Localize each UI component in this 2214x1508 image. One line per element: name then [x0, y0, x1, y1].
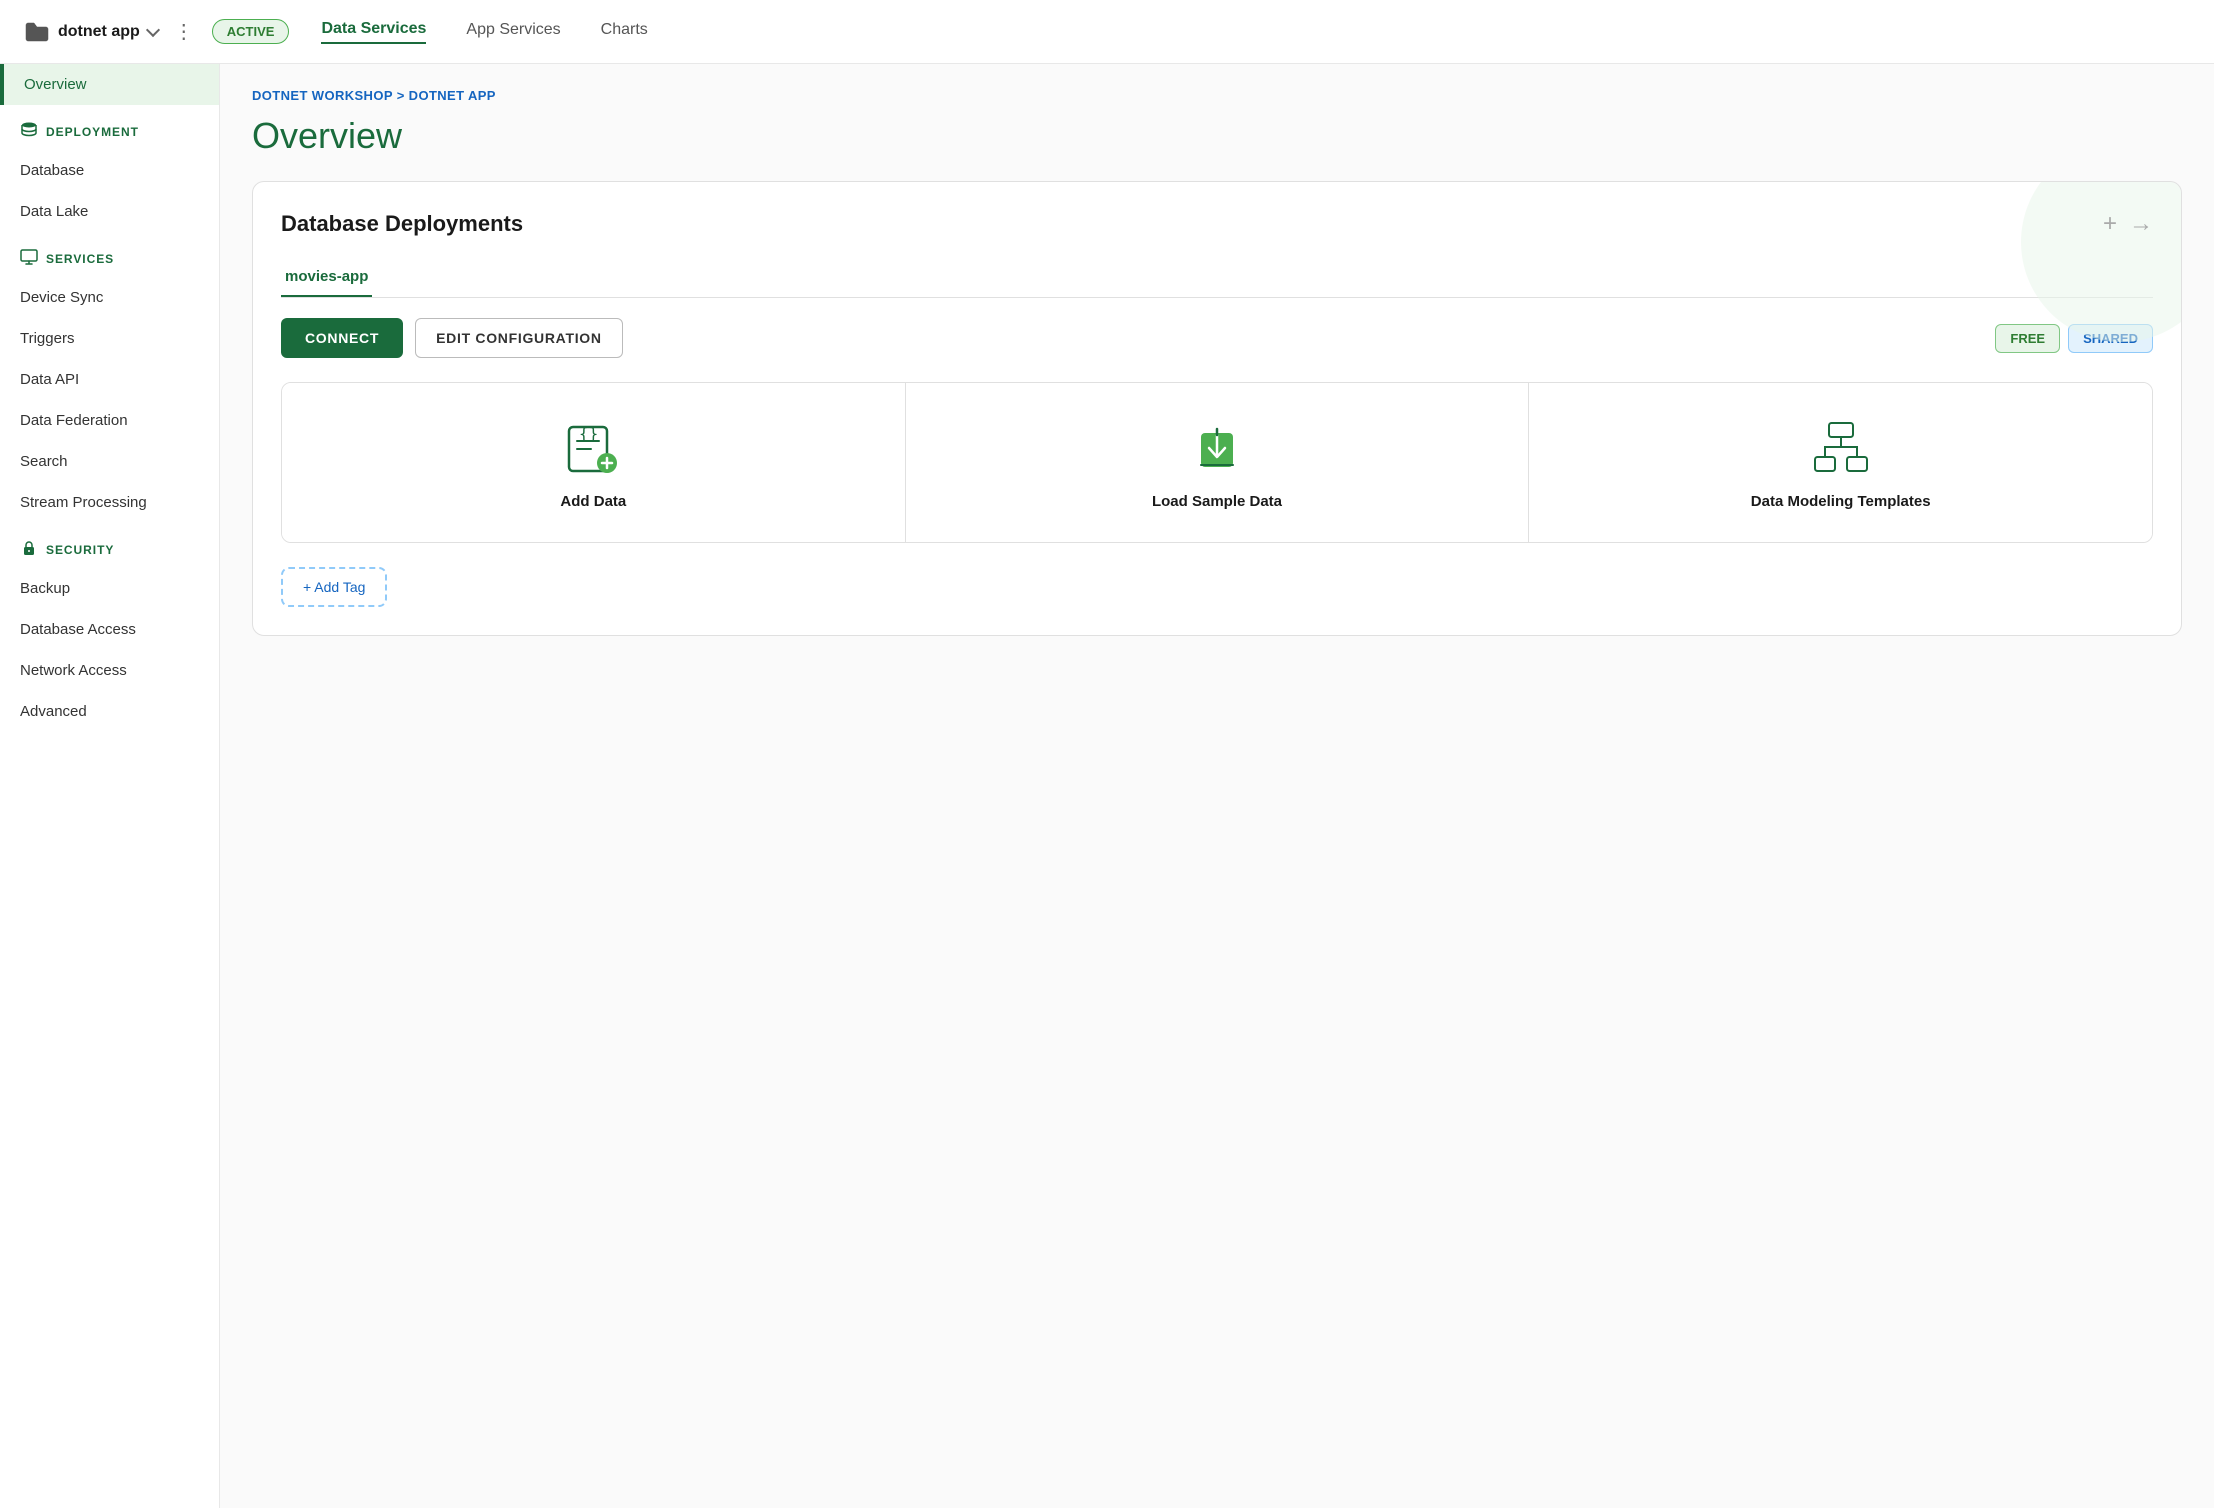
sidebar: Overview DEPLOYMENT Database Data Lake: [0, 64, 220, 1508]
app-name: dotnet app: [58, 23, 140, 41]
options-grid: {} Add Data Load Sample Data: [281, 382, 2153, 543]
active-badge: ACTIVE: [212, 19, 290, 44]
sidebar-item-stream-processing[interactable]: Stream Processing: [0, 482, 219, 523]
lock-section-icon: [20, 539, 38, 560]
card-tabs: movies-app: [281, 258, 2153, 298]
option-load-sample-data[interactable]: Load Sample Data: [906, 383, 1530, 542]
card-actions: + →: [2103, 210, 2153, 238]
sidebar-item-database[interactable]: Database: [0, 150, 219, 191]
security-header-label: SECURITY: [46, 543, 114, 557]
folder-icon: [24, 21, 50, 43]
breadcrumb: DOTNET WORKSHOP > DOTNET APP: [252, 88, 2182, 103]
page-title: Overview: [252, 115, 2182, 157]
services-header-label: SERVICES: [46, 252, 114, 266]
breadcrumb-app: DOTNET APP: [409, 88, 496, 103]
database-section-icon: [20, 121, 38, 142]
add-deployment-button[interactable]: +: [2103, 210, 2117, 238]
btn-row: CONNECT EDIT CONFIGURATION FREE SHARED: [281, 318, 2153, 358]
tab-data-services[interactable]: Data Services: [321, 20, 426, 44]
svg-text:{}: {}: [579, 424, 598, 443]
load-sample-data-label: Load Sample Data: [1152, 493, 1282, 510]
sidebar-item-triggers[interactable]: Triggers: [0, 318, 219, 359]
connect-button[interactable]: CONNECT: [281, 318, 403, 358]
overview-label: Overview: [24, 76, 87, 93]
monitor-section-icon: [20, 248, 38, 269]
app-title-group: dotnet app: [24, 21, 158, 43]
breadcrumb-separator: >: [397, 88, 409, 103]
tab-app-services[interactable]: App Services: [466, 21, 560, 43]
add-data-label: Add Data: [560, 493, 626, 510]
sidebar-item-backup[interactable]: Backup: [0, 568, 219, 609]
nav-tabs: Data Services App Services Charts: [321, 20, 647, 44]
sidebar-item-data-api[interactable]: Data API: [0, 359, 219, 400]
sidebar-item-device-sync[interactable]: Device Sync: [0, 277, 219, 318]
option-data-modeling-templates[interactable]: Data Modeling Templates: [1529, 383, 2152, 542]
card-header: Database Deployments + →: [281, 210, 2153, 238]
option-add-data[interactable]: {} Add Data: [282, 383, 906, 542]
data-modeling-templates-icon: [1809, 415, 1873, 479]
sidebar-section-services: SERVICES: [0, 232, 219, 277]
load-sample-data-icon: [1185, 415, 1249, 479]
sidebar-section-security: SECURITY: [0, 523, 219, 568]
sidebar-item-overview[interactable]: Overview: [0, 64, 219, 105]
free-badge: FREE: [1995, 324, 2060, 353]
sidebar-section-deployment: DEPLOYMENT: [0, 105, 219, 150]
navigate-deployments-button[interactable]: →: [2129, 210, 2153, 238]
sidebar-item-search[interactable]: Search: [0, 441, 219, 482]
sidebar-item-data-lake[interactable]: Data Lake: [0, 191, 219, 232]
tab-movies-app[interactable]: movies-app: [281, 258, 372, 297]
sidebar-item-network-access[interactable]: Network Access: [0, 650, 219, 691]
dots-menu[interactable]: ⋮: [174, 19, 196, 44]
deployment-header-label: DEPLOYMENT: [46, 125, 139, 139]
database-deployments-card: Database Deployments + → movies-app CONN…: [252, 181, 2182, 636]
btn-left-group: CONNECT EDIT CONFIGURATION: [281, 318, 623, 358]
tab-charts[interactable]: Charts: [601, 21, 648, 43]
sidebar-item-data-federation[interactable]: Data Federation: [0, 400, 219, 441]
data-modeling-templates-label: Data Modeling Templates: [1751, 493, 1931, 510]
layout: Overview DEPLOYMENT Database Data Lake: [0, 64, 2214, 1508]
add-tag-button[interactable]: + Add Tag: [281, 567, 387, 607]
sidebar-item-advanced[interactable]: Advanced: [0, 691, 219, 732]
chevron-down-icon[interactable]: [146, 22, 160, 36]
main-content: DOTNET WORKSHOP > DOTNET APP Overview Da…: [220, 64, 2214, 1508]
edit-configuration-button[interactable]: EDIT CONFIGURATION: [415, 318, 623, 358]
add-data-icon: {}: [561, 415, 625, 479]
top-nav: dotnet app ⋮ ACTIVE Data Services App Se…: [0, 0, 2214, 64]
card-title: Database Deployments: [281, 211, 523, 237]
breadcrumb-org: DOTNET WORKSHOP: [252, 88, 393, 103]
sidebar-item-database-access[interactable]: Database Access: [0, 609, 219, 650]
